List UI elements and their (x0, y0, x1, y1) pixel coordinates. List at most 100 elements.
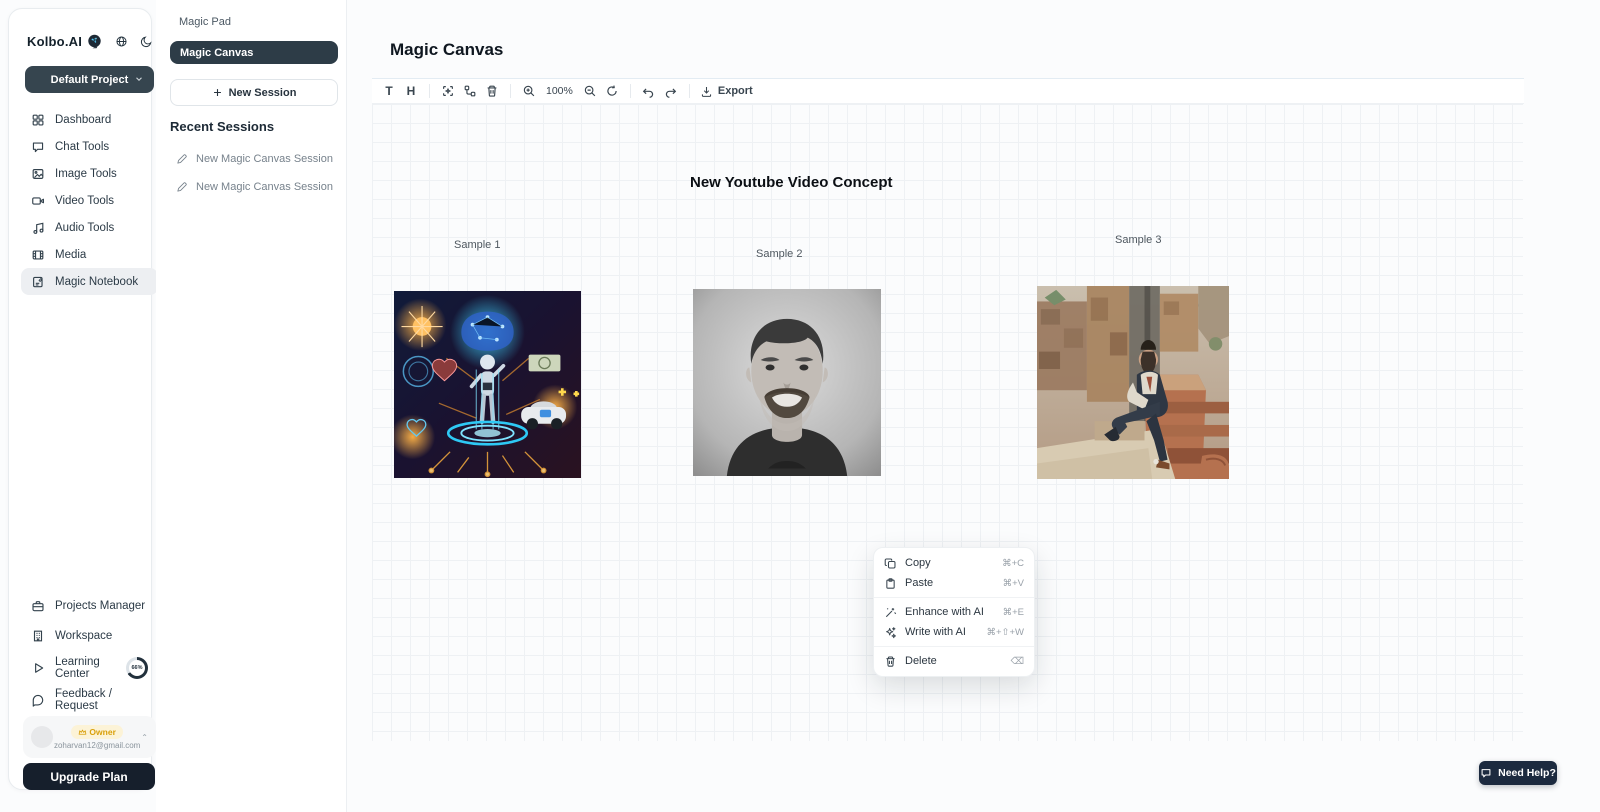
canvas-toolbar: T H 100% Export (372, 78, 1524, 104)
sample-3-label[interactable]: Sample 3 (1115, 234, 1161, 246)
brand-logo: Kolbo.AI (27, 34, 82, 49)
learning-progress-value: 66% (129, 660, 145, 676)
redo-button[interactable] (660, 81, 682, 101)
zoom-in-icon (522, 84, 536, 98)
sidebar-item-label: Dashboard (55, 114, 111, 126)
need-help-button[interactable]: Need Help? (1479, 761, 1557, 785)
project-selector[interactable]: Default Project (25, 66, 154, 93)
delete-tool-button[interactable] (481, 81, 503, 101)
toolbar-separator (689, 84, 690, 98)
sample-image-1[interactable] (394, 291, 581, 478)
sidebar-item-label: Chat Tools (55, 141, 109, 153)
zoom-out-icon (583, 84, 597, 98)
sample-image-3[interactable] (1037, 286, 1229, 479)
sidebar-nav: Dashboard Chat Tools Image Tools Video T… (21, 106, 158, 295)
download-icon (700, 85, 713, 98)
zoom-out-button[interactable] (579, 81, 601, 101)
sidebar-item-label: Feedback / Request (55, 688, 148, 712)
sidebar-footer-nav: Projects Manager Workspace Learning Cent… (21, 591, 158, 715)
sidebar-item-label: Learning Center (55, 656, 114, 680)
project-selector-label: Default Project (51, 74, 129, 86)
sidebar-item-media[interactable]: Media (21, 241, 158, 268)
black-white-portrait (693, 289, 881, 476)
redo-icon (663, 85, 678, 98)
context-menu-label: Delete (905, 655, 1003, 667)
ai-select-tool-button[interactable] (437, 81, 459, 101)
avatar (31, 726, 53, 748)
sidebar-item-learning-center[interactable]: Learning Center 66% (21, 651, 158, 685)
page-title: Magic Canvas (390, 40, 503, 60)
sidebar-item-label: Workspace (55, 630, 112, 642)
sidebar-item-video-tools[interactable]: Video Tools (21, 187, 158, 214)
audio-icon (31, 221, 45, 235)
dark-mode-moon-icon[interactable] (140, 35, 153, 48)
sidebar-item-image-tools[interactable]: Image Tools (21, 160, 158, 187)
session-label: New Magic Canvas Session (196, 153, 333, 165)
sparkles-icon (884, 626, 897, 639)
export-button[interactable]: Export (697, 81, 756, 101)
toolbar-separator (510, 84, 511, 98)
zoom-in-button[interactable] (518, 81, 540, 101)
sidebar-item-workspace[interactable]: Workspace (21, 621, 158, 651)
canvas-heading-text[interactable]: New Youtube Video Concept (690, 174, 893, 191)
upgrade-plan-button[interactable]: Upgrade Plan (23, 763, 155, 790)
trash-icon (884, 655, 897, 668)
sidebar-item-label: Media (55, 249, 86, 261)
chat-icon (31, 140, 45, 154)
role-badge: Owner (71, 725, 122, 739)
need-help-label: Need Help? (1498, 767, 1556, 779)
text-tool-button[interactable]: T (378, 81, 400, 101)
context-menu-item-copy[interactable]: Copy ⌘+C (874, 553, 1034, 573)
session-list-item[interactable]: New Magic Canvas Session (176, 179, 336, 195)
language-globe-icon[interactable] (115, 35, 128, 48)
notebook-icon (31, 275, 45, 289)
context-menu-label: Write with AI (905, 626, 978, 638)
undo-button[interactable] (638, 81, 660, 101)
sidebar-item-projects-manager[interactable]: Projects Manager (21, 591, 158, 621)
context-menu-divider (874, 646, 1034, 647)
user-email: zoharvan12@gmail.com (54, 741, 140, 750)
context-menu-shortcut: ⌫ (1011, 656, 1024, 667)
sidebar-item-label: Audio Tools (55, 222, 114, 234)
user-meta: Owner zoharvan12@gmail.com (53, 725, 141, 750)
role-badge-label: Owner (89, 727, 115, 737)
sample-2-label[interactable]: Sample 2 (756, 248, 802, 260)
context-menu-shortcut: ⌘+V (1003, 578, 1024, 589)
zoom-level: 100% (540, 85, 579, 97)
context-menu-item-paste[interactable]: Paste ⌘+V (874, 573, 1034, 593)
notebook-panel: Magic Pad Magic Canvas New Session Recen… (156, 0, 347, 812)
toolbar-separator (429, 84, 430, 98)
learning-progress-ring: 66% (126, 657, 148, 679)
heading-tool-glyph: H (407, 84, 416, 98)
copy-icon (884, 557, 897, 570)
sidebar: Kolbo.AI Default Project Dashboard (8, 8, 152, 790)
user-account-chip[interactable]: Owner zoharvan12@gmail.com ⌃ (23, 716, 156, 758)
new-session-button[interactable]: New Session (170, 79, 338, 106)
session-list-item[interactable]: New Magic Canvas Session (176, 151, 336, 167)
heading-tool-button[interactable]: H (400, 81, 422, 101)
chevron-down-icon (134, 74, 144, 84)
sidebar-item-feedback-request[interactable]: Feedback / Request (21, 685, 158, 715)
sidebar-item-dashboard[interactable]: Dashboard (21, 106, 158, 133)
context-menu-item-enhance-with-ai[interactable]: Enhance with AI ⌘+E (874, 602, 1034, 622)
feedback-icon (31, 693, 45, 707)
reset-view-button[interactable] (601, 81, 623, 101)
panel-item-label: Magic Canvas (180, 47, 253, 59)
context-menu-item-write-with-ai[interactable]: Write with AI ⌘+⇧+W (874, 622, 1034, 642)
media-icon (31, 248, 45, 262)
briefcase-icon (31, 599, 45, 613)
connector-tool-button[interactable] (459, 81, 481, 101)
context-menu-shortcut: ⌘+C (1002, 558, 1024, 569)
sidebar-item-audio-tools[interactable]: Audio Tools (21, 214, 158, 241)
sample-1-label[interactable]: Sample 1 (454, 239, 500, 251)
panel-item-magic-pad[interactable]: Magic Pad (179, 16, 231, 28)
sidebar-item-magic-notebook[interactable]: Magic Notebook (21, 268, 158, 295)
help-chat-icon (1480, 767, 1492, 779)
sidebar-item-chat-tools[interactable]: Chat Tools (21, 133, 158, 160)
sample-image-2[interactable] (693, 289, 881, 476)
panel-item-magic-canvas[interactable]: Magic Canvas (170, 41, 338, 64)
brain-logo-icon (86, 33, 103, 50)
ai-robot-illustration (394, 291, 581, 478)
scan-sparkle-icon (441, 84, 455, 98)
context-menu-item-delete[interactable]: Delete ⌫ (874, 651, 1034, 671)
